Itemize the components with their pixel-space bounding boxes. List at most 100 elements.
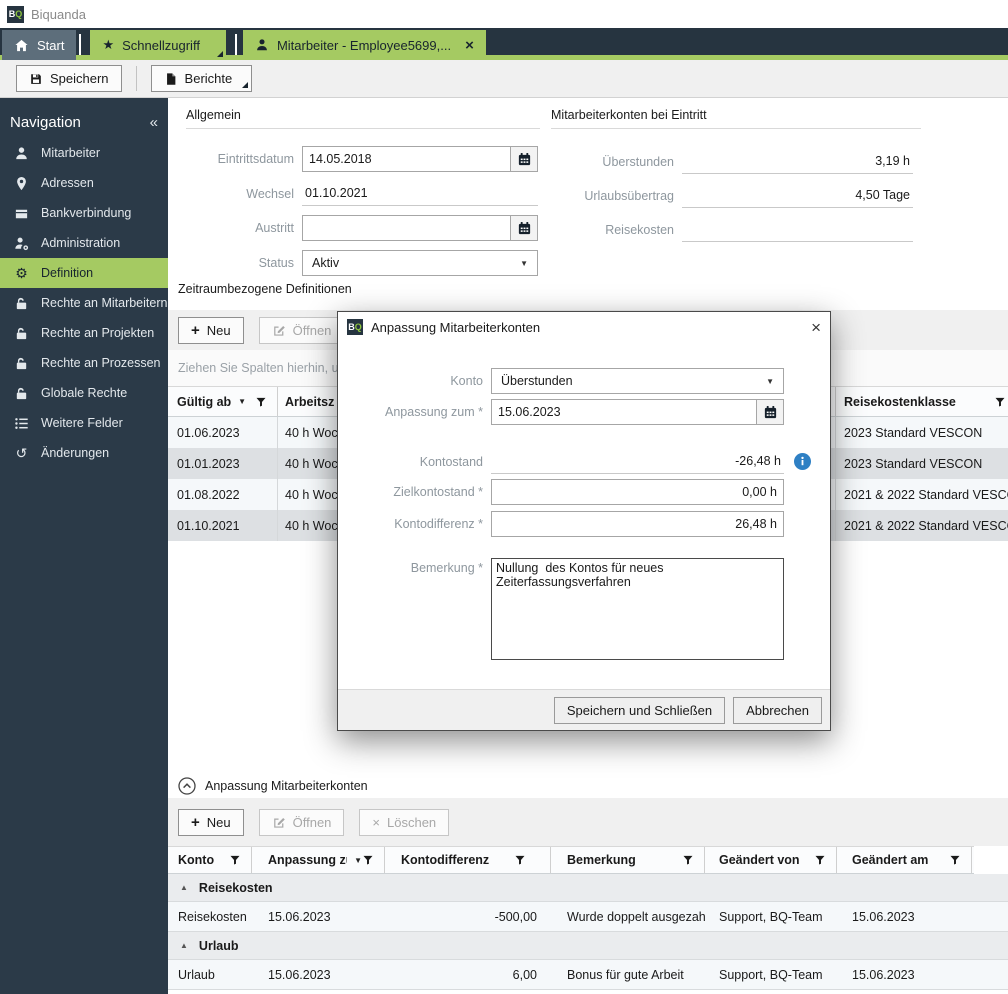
austritt-input[interactable]	[303, 216, 510, 240]
field-konto: Konto Überstunden ▼	[338, 368, 830, 394]
section-title: Anpassung Mitarbeiterkonten	[205, 779, 368, 793]
column-header-kontodifferenz[interactable]: Kontodifferenz	[385, 847, 551, 873]
filter-icon[interactable]	[362, 854, 374, 866]
anpassung-toolbar: + Neu Öffnen × Löschen	[168, 798, 1008, 846]
tab-schnellzugriff[interactable]: ★ Schnellzugriff	[90, 30, 226, 60]
sidebar-item-mitarbeiter[interactable]: Mitarbeiter	[0, 138, 168, 168]
field-zielkontostand: Zielkontostand *	[338, 479, 830, 505]
window-title-bar: BQ Biquanda	[0, 0, 1008, 28]
reports-button[interactable]: Berichte	[150, 65, 253, 92]
neu-button[interactable]: + Neu	[178, 808, 244, 836]
tab-separator	[234, 33, 237, 55]
column-header-geaendert-von[interactable]: Geändert von	[705, 847, 837, 873]
reisekosten-value	[682, 217, 913, 242]
edit-pencil-icon	[272, 323, 286, 337]
field-ueberstunden: Überstunden 3,19 h	[551, 149, 921, 174]
info-icon[interactable]	[794, 453, 811, 470]
sidebar-item-rechte-an-prozessen[interactable]: Rechte an Prozessen	[0, 348, 168, 378]
group-row-reisekosten[interactable]: ▲ Reisekosten	[168, 874, 1008, 902]
neu-button[interactable]: + Neu	[178, 316, 244, 344]
oeffnen-button[interactable]: Öffnen	[258, 316, 345, 344]
zielkontostand-input[interactable]	[492, 480, 783, 504]
save-button[interactable]: Speichern	[16, 65, 122, 92]
sidebar-item-definition[interactable]: ⚙ Definition	[0, 258, 168, 288]
sidebar-header: Navigation «	[0, 106, 168, 138]
plus-icon: +	[191, 813, 200, 831]
sidebar-item-globale-rechte[interactable]: Globale Rechte	[0, 378, 168, 408]
x-icon: ×	[372, 814, 381, 830]
field-status: Status Aktiv ▼	[186, 250, 540, 276]
sidebar-item-rechte-an-projekten[interactable]: Rechte an Projekten	[0, 318, 168, 348]
collapse-circle-up-icon[interactable]	[178, 777, 196, 795]
sidebar-item-adressen[interactable]: Adressen	[0, 168, 168, 198]
lock-icon	[13, 325, 30, 341]
column-header-konto[interactable]: Konto	[168, 847, 252, 873]
filter-icon[interactable]	[255, 396, 267, 408]
table-row[interactable]: Urlaub 15.06.2023 6,00 Bonus für gute Ar…	[168, 960, 1008, 990]
plus-icon: +	[191, 321, 200, 339]
eintrittsdatum-input[interactable]	[303, 147, 510, 171]
column-header-reisekostenklasse[interactable]: Reisekostenklasse	[836, 387, 1008, 416]
column-header-gueltig-ab[interactable]: Gültig ab ▼	[168, 387, 278, 416]
filter-icon[interactable]	[994, 396, 1006, 408]
filter-icon[interactable]	[514, 854, 526, 866]
section-collapse-header: Anpassung Mitarbeiterkonten	[168, 774, 1008, 798]
filter-icon[interactable]	[229, 854, 241, 866]
sidebar-header-label: Navigation	[10, 113, 81, 131]
group-row-urlaub[interactable]: ▲ Urlaub	[168, 932, 1008, 960]
filter-icon[interactable]	[682, 854, 694, 866]
column-header-bemerkung[interactable]: Bemerkung	[551, 847, 705, 873]
sidebar-item-weitere-felder[interactable]: Weitere Felder	[0, 408, 168, 438]
group-collapse-icon: ▲	[180, 941, 188, 950]
urlaubsuebertrag-value: 4,50 Tage	[682, 183, 913, 208]
sidebar-item-bankverbindung[interactable]: Bankverbindung	[0, 198, 168, 228]
tab-mitarbeiter[interactable]: Mitarbeiter - Employee5699,... ×	[242, 30, 486, 60]
bemerkung-textarea[interactable]: Nullung des Kontos für neues Zeiterfassu…	[491, 558, 784, 660]
person-icon	[13, 145, 30, 161]
sidebar-item-aenderungen[interactable]: ↺ Änderungen	[0, 438, 168, 468]
kontostand-value: -26,48 h	[491, 449, 784, 474]
konto-select[interactable]: Überstunden ▼	[491, 368, 784, 394]
column-header-geaendert-am[interactable]: Geändert am	[837, 847, 972, 873]
app-title: Biquanda	[31, 6, 86, 22]
table-row[interactable]: Reisekosten 15.06.2023 -500,00 Wurde dop…	[168, 902, 1008, 932]
section-title: Mitarbeiterkonten bei Eintritt	[551, 108, 921, 129]
ueberstunden-value: 3,19 h	[682, 149, 913, 174]
loeschen-button[interactable]: × Löschen	[359, 808, 450, 836]
oeffnen-button[interactable]: Öffnen	[258, 808, 345, 836]
field-kontostand: Kontostand -26,48 h	[338, 449, 830, 474]
section-title: Allgemein	[186, 108, 540, 129]
wechsel-value: 01.10.2021	[302, 181, 538, 206]
chevron-down-icon: ▼	[520, 258, 528, 268]
anpassung-mitarbeiterkonten-dialog: BQ Anpassung Mitarbeiterkonten × Konto Ü…	[337, 311, 831, 731]
section-anpassung-mitarbeiterkonten: Anpassung Mitarbeiterkonten + Neu Öffnen…	[168, 774, 1008, 990]
save-and-close-button[interactable]: Speichern und Schließen	[553, 696, 726, 724]
group-collapse-icon: ▲	[180, 883, 188, 892]
sidebar-item-administration[interactable]: Administration	[0, 228, 168, 258]
sidebar-item-rechte-an-mitarbeitern[interactable]: Rechte an Mitarbeitern	[0, 288, 168, 318]
collapse-sidebar-icon[interactable]: «	[150, 114, 158, 131]
anpassung-zum-input[interactable]	[492, 400, 756, 424]
gear-icon: ⚙	[15, 265, 28, 281]
section-allgemein: Allgemein Eintrittsdatum Wechsel 01.10.2…	[186, 108, 540, 276]
status-select[interactable]: Aktiv ▼	[302, 250, 538, 276]
close-tab-icon[interactable]: ×	[465, 38, 474, 53]
tab-start[interactable]: Start	[2, 30, 77, 60]
calendar-icon[interactable]	[510, 147, 537, 171]
app-logo: BQ	[7, 5, 24, 23]
section-mitarbeiterkonten-bei-eintritt: Mitarbeiterkonten bei Eintritt Überstund…	[551, 108, 921, 242]
reports-dropdown-corner-icon	[242, 82, 249, 88]
lock-icon	[13, 385, 30, 401]
filter-icon[interactable]	[949, 854, 961, 866]
cancel-button[interactable]: Abbrechen	[733, 696, 822, 724]
calendar-icon[interactable]	[756, 400, 783, 424]
column-header-anpassung-zum[interactable]: Anpassung zum ▼	[252, 847, 385, 873]
field-anpassung-zum: Anpassung zum *	[338, 399, 830, 425]
calendar-icon[interactable]	[510, 216, 537, 240]
save-button-label: Speichern	[50, 71, 109, 86]
tab-mitarbeiter-label: Mitarbeiter - Employee5699,...	[276, 37, 452, 53]
field-reisekosten: Reisekosten	[551, 217, 921, 242]
close-icon[interactable]: ×	[811, 319, 821, 336]
filter-icon[interactable]	[814, 854, 826, 866]
kontodifferenz-input[interactable]	[492, 512, 783, 536]
